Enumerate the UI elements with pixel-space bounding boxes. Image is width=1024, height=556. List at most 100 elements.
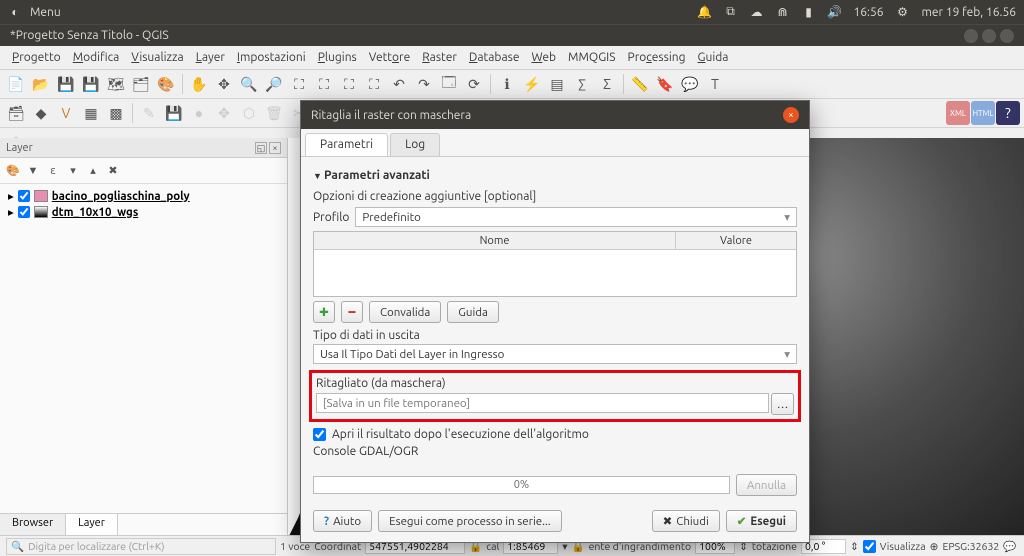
move-feature-icon[interactable]: ✥ [212,101,236,125]
menu-vettore[interactable]: Vettore [363,48,416,67]
new-project-icon[interactable]: 📄 [4,72,28,96]
layout-icon[interactable]: 🗺 [104,72,128,96]
cloud-icon[interactable]: ☁ [750,5,764,19]
gear-icon[interactable]: ⚙ [896,5,910,19]
save-icon[interactable]: 💾 [54,72,78,96]
save-edits-icon[interactable]: 💾 [162,101,186,125]
add-mesh-icon[interactable]: ▩ [104,101,128,125]
epsg-label[interactable]: EPSG:32632 [942,540,999,552]
tab-log[interactable]: Log [390,133,440,156]
layer-item[interactable]: ▸ dtm_10x10_wgs [4,204,283,220]
add-vector-icon[interactable]: V [54,101,78,125]
menu-progetto[interactable]: Progetto [6,48,67,67]
layer-collapse-icon[interactable]: ▴ [84,162,102,180]
menu-modifica[interactable]: Modifica [67,48,126,67]
locator-input[interactable]: 🔍 Digita per localizzare (Ctrl+K) [6,538,276,555]
run-button[interactable]: ✔Esegui [726,510,797,532]
add-row-button[interactable]: ✚ [313,301,335,323]
layer-visibility-checkbox[interactable] [18,190,30,202]
menu-visualizza[interactable]: Visualizza [125,48,189,67]
delete-icon[interactable]: 🗑 [262,101,286,125]
menu-raster[interactable]: Raster [416,48,463,67]
layer-remove-icon[interactable]: ✖ [104,162,122,180]
text-annotation-icon[interactable]: T [703,72,727,96]
guide-button[interactable]: Guida [447,301,499,323]
html-icon[interactable]: HTML [971,101,995,125]
dialog-titlebar[interactable]: Ritaglia il raster con maschera × [301,101,809,129]
data-source-icon[interactable]: 🗃 [4,101,28,125]
panel-close-icon[interactable]: × [269,142,281,154]
stats-icon[interactable]: Σ [595,72,619,96]
batch-button[interactable]: Esegui come processo in serie... [378,510,561,532]
layer-visibility-checkbox[interactable] [18,206,30,218]
measure-icon[interactable]: 📏 [628,72,652,96]
window-close-button[interactable] [1000,29,1014,43]
zoom-last-icon[interactable]: ↶ [387,72,411,96]
style-manager-icon[interactable]: 🎨 [154,72,178,96]
tab-layer[interactable]: Layer [66,514,118,535]
layer-item[interactable]: ▸ bacino_pogliaschina_poly [4,188,283,204]
ubuntu-icon[interactable]: ◐ [8,5,22,19]
wifi-icon[interactable]: ⋒ [776,5,790,19]
zoom-in-icon[interactable]: 🔍 [237,72,261,96]
layer-expr-icon[interactable]: ε [44,162,62,180]
window-max-button[interactable] [982,29,996,43]
identify-icon[interactable]: ℹ [495,72,519,96]
panel-undock-icon[interactable]: ◱ [255,142,267,154]
dropbox-icon[interactable]: ⧉ [724,5,738,19]
menu-layer[interactable]: Layer [190,48,231,67]
xml-icon[interactable]: XML [946,101,970,125]
add-raster-icon[interactable]: ▦ [79,101,103,125]
layer-style-icon[interactable]: 🎨 [4,162,22,180]
layout-manager-icon[interactable]: 🗂 [129,72,153,96]
help-button[interactable]: ?Aiuto [313,510,372,532]
bookmark-icon[interactable]: 🔖 [653,72,677,96]
edit-icon[interactable]: ✎ [137,101,161,125]
menu-guida[interactable]: Guida [692,48,735,67]
open-project-icon[interactable]: 📂 [29,72,53,96]
menu-web[interactable]: Web [525,48,562,67]
tree-expand-icon[interactable]: ▸ [8,189,14,203]
node-tool-icon[interactable]: ⬡ [237,101,261,125]
action-icon[interactable]: ⚡ [520,72,544,96]
tab-parametri[interactable]: Parametri [305,133,388,156]
window-min-button[interactable] [964,29,978,43]
validate-button[interactable]: Convalida [369,301,441,323]
dialog-close-button[interactable]: × [783,107,799,123]
new-map-icon[interactable]: 🗔 [437,72,461,96]
zoom-selection-icon[interactable]: ⛶ [337,72,361,96]
zoom-next-icon[interactable]: ↷ [412,72,436,96]
options-table[interactable]: Nome Valore [313,231,797,297]
output-browse-button[interactable]: … [771,393,794,415]
remove-row-button[interactable]: ━ [341,301,363,323]
advanced-params-header[interactable]: Parametri avanzati [313,165,797,186]
attr-table-icon[interactable]: ▤ [545,72,569,96]
layer-filter-icon[interactable]: ▼ [24,162,42,180]
open-after-checkbox[interactable] [313,428,326,441]
save-as-icon[interactable]: 💾 [79,72,103,96]
add-feature-icon[interactable]: ● [187,101,211,125]
bell-icon[interactable]: 🔔 [698,5,712,19]
crs-icon[interactable]: ⊕ [930,540,939,553]
menu-plugins[interactable]: Plugins [312,48,363,67]
help-icon[interactable]: ? [996,101,1020,125]
close-button[interactable]: ✖Chiudi [652,510,720,532]
output-path-input[interactable] [316,393,769,413]
zoom-full-icon[interactable]: ⛶ [312,72,336,96]
annotation-icon[interactable]: 💬 [678,72,702,96]
battery-icon[interactable]: ▮ [802,5,816,19]
tab-browser[interactable]: Browser [0,514,66,535]
datatype-select[interactable]: Usa Il Tipo Dati del Layer in Ingresso [313,344,797,364]
profile-select[interactable]: Predefinito [355,207,797,227]
sys-menu-label[interactable]: Menu [30,6,61,19]
refresh-icon[interactable]: ⟳ [462,72,486,96]
field-calc-icon[interactable]: ∑ [570,72,594,96]
messages-icon[interactable]: 💬 [1003,540,1016,553]
menu-impostazioni[interactable]: Impostazioni [231,48,312,67]
render-checkbox[interactable] [863,540,876,553]
layer-expand-icon[interactable]: ▾ [64,162,82,180]
menu-processing[interactable]: Processing [622,48,692,67]
menu-mmqgis[interactable]: MMQGIS [562,48,621,67]
menu-database[interactable]: Database [463,48,526,67]
pan-icon[interactable]: ✋ [187,72,211,96]
